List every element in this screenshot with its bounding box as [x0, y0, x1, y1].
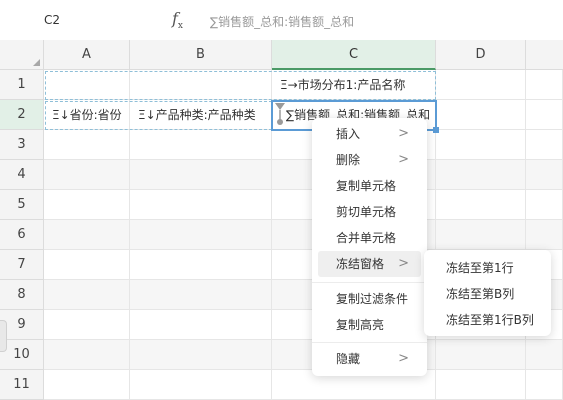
cell-a3[interactable] [44, 130, 130, 160]
cell-b4[interactable] [130, 160, 272, 190]
cell-a2-text: Ξ↓省份:省份 [52, 108, 122, 122]
sheet-grid: A B C D 1 Ξ→市场分布1:产品名称 2 Ξ↓省份:省份 Ξ↓产品种类:产品种类… [0, 40, 563, 400]
cell-a9[interactable] [44, 310, 130, 340]
select-all-triangle-icon [33, 59, 40, 66]
cell-e10[interactable] [526, 340, 563, 370]
cell-a7[interactable] [44, 250, 130, 280]
menu-separator [312, 342, 427, 343]
chevron-right-icon: > [398, 256, 409, 271]
chevron-right-icon: > [398, 126, 409, 141]
function-icon[interactable]: fx [172, 9, 183, 31]
cell-d3[interactable] [436, 130, 526, 160]
row-header-3[interactable]: 3 [0, 130, 44, 160]
column-header-a[interactable]: A [44, 40, 130, 70]
cell-b11[interactable] [130, 370, 272, 400]
cell-d2[interactable] [436, 100, 526, 130]
cell-e3[interactable] [526, 130, 563, 160]
menu-item-copy-filter[interactable]: 复制过滤条件 [318, 286, 421, 312]
cell-b9[interactable] [130, 310, 272, 340]
cell-a1[interactable] [44, 70, 130, 100]
cell-d4[interactable] [436, 160, 526, 190]
cell-d5[interactable] [436, 190, 526, 220]
formula-input[interactable]: ∑销售额_总和:销售额_总和 [210, 13, 354, 30]
cell-c1-text: Ξ→市场分布1:产品名称 [280, 78, 406, 92]
row-header-11[interactable]: 11 [0, 370, 44, 400]
cell-a2[interactable]: Ξ↓省份:省份 [44, 100, 130, 130]
menu-item-hide[interactable]: 隐藏 > [318, 346, 421, 372]
row-header-4[interactable]: 4 [0, 160, 44, 190]
formula-bar: C2 fx ∑销售额_总和:销售额_总和 [0, 0, 563, 41]
cell-b6[interactable] [130, 220, 272, 250]
cell-d1[interactable] [436, 70, 526, 100]
spreadsheet-app: C2 fx ∑销售额_总和:销售额_总和 A B C D 1 Ξ→市场分布1:产品… [0, 0, 563, 400]
menu-item-delete[interactable]: 删除 > [318, 147, 421, 173]
cell-d11[interactable] [436, 370, 526, 400]
cell-b2[interactable]: Ξ↓产品种类:产品种类 [130, 100, 272, 130]
cell-d6[interactable] [436, 220, 526, 250]
cell-e6[interactable] [526, 220, 563, 250]
menu-item-hide-label: 隐藏 [336, 352, 361, 366]
column-header-e[interactable] [526, 40, 563, 70]
cell-b2-text: Ξ↓产品种类:产品种类 [138, 108, 256, 122]
cell-a11[interactable] [44, 370, 130, 400]
cell-d10[interactable] [436, 340, 526, 370]
cell-a4[interactable] [44, 160, 130, 190]
freeze-to-row-1-column-b[interactable]: 冻结至第1行B列 [428, 307, 547, 333]
fx-subscript: x [177, 21, 183, 32]
cell-b10[interactable] [130, 340, 272, 370]
row-header-8[interactable]: 8 [0, 280, 44, 310]
menu-item-copy-cell[interactable]: 复制单元格 [318, 173, 421, 199]
cell-e4[interactable] [526, 160, 563, 190]
cell-e2[interactable] [526, 100, 563, 130]
cell-b8[interactable] [130, 280, 272, 310]
row-header-2[interactable]: 2 [0, 100, 44, 130]
cell-a6[interactable] [44, 220, 130, 250]
column-header-d[interactable]: D [436, 40, 526, 70]
row-header-6[interactable]: 6 [0, 220, 44, 250]
menu-item-merge-cell[interactable]: 合并单元格 [318, 225, 421, 251]
menu-item-delete-label: 删除 [336, 153, 361, 167]
freeze-to-column-b[interactable]: 冻结至第B列 [428, 281, 547, 307]
cell-c1[interactable]: Ξ→市场分布1:产品名称 [272, 70, 436, 100]
menu-item-freeze-pane-label: 冻结窗格 [336, 257, 385, 271]
cell-b1[interactable] [130, 70, 272, 100]
side-panel-expand-tab[interactable] [0, 320, 7, 352]
freeze-to-row-1[interactable]: 冻结至第1行 [428, 255, 547, 281]
row-header-1[interactable]: 1 [0, 70, 44, 100]
cell-a8[interactable] [44, 280, 130, 310]
cell-e5[interactable] [526, 190, 563, 220]
menu-item-insert[interactable]: 插入 > [318, 121, 421, 147]
cell-a5[interactable] [44, 190, 130, 220]
menu-item-insert-label: 插入 [336, 127, 361, 141]
select-all-corner[interactable] [0, 40, 44, 70]
menu-item-copy-highlight[interactable]: 复制高亮 [318, 312, 421, 338]
cell-b5[interactable] [130, 190, 272, 220]
cell-b7[interactable] [130, 250, 272, 280]
drag-pin-icon[interactable] [274, 102, 286, 126]
cell-e1[interactable] [526, 70, 563, 100]
chevron-right-icon: > [398, 351, 409, 366]
column-header-c[interactable]: C [272, 40, 436, 70]
menu-separator [312, 282, 427, 283]
cell-reference-box[interactable]: C2 [44, 13, 60, 27]
freeze-submenu: 冻结至第1行 冻结至第B列 冻结至第1行B列 [424, 250, 551, 336]
menu-item-cut-cell[interactable]: 剪切单元格 [318, 199, 421, 225]
column-header-b[interactable]: B [130, 40, 272, 70]
chevron-right-icon: > [398, 152, 409, 167]
row-header-5[interactable]: 5 [0, 190, 44, 220]
context-menu: 插入 > 删除 > 复制单元格 剪切单元格 合并单元格 冻结窗格 > 复制过滤条件 复… [312, 118, 427, 376]
cell-e11[interactable] [526, 370, 563, 400]
cell-b3[interactable] [130, 130, 272, 160]
menu-item-freeze-pane[interactable]: 冻结窗格 > [318, 251, 421, 277]
fill-handle[interactable] [433, 127, 439, 133]
cell-a10[interactable] [44, 340, 130, 370]
row-header-7[interactable]: 7 [0, 250, 44, 280]
